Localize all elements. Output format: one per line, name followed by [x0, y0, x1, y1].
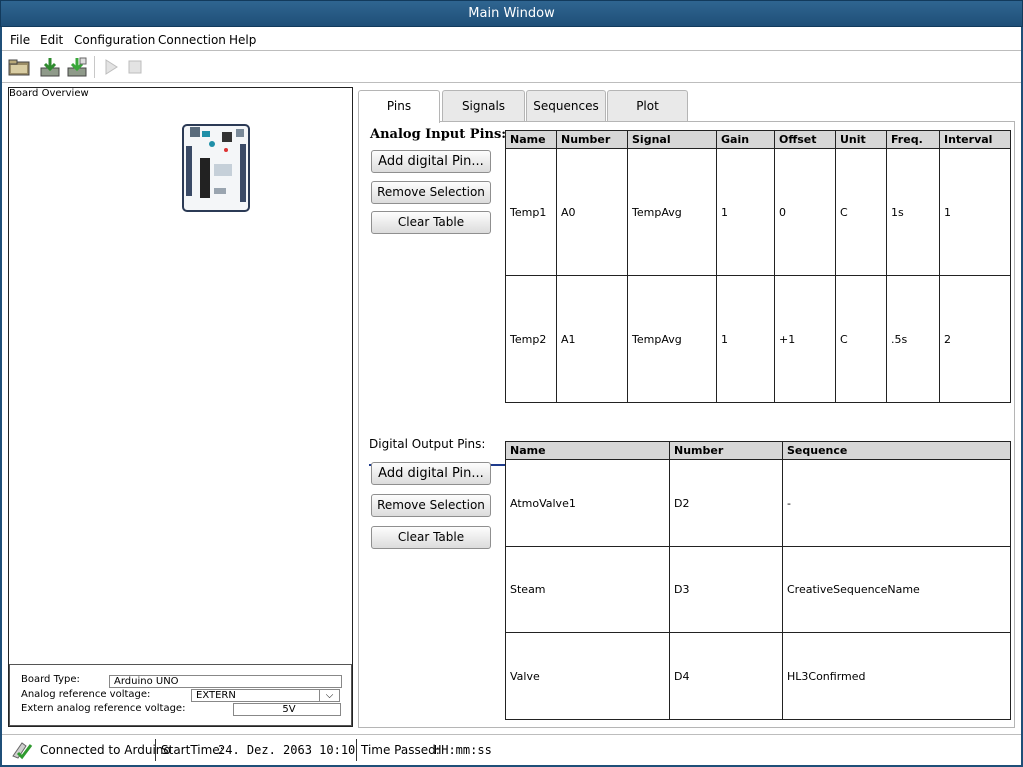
table-row[interactable]: Steam D3 CreativeSequenceName	[505, 546, 1011, 633]
play-icon[interactable]	[100, 56, 122, 78]
column-header[interactable]: Sequence	[782, 441, 1011, 460]
table-cell[interactable]: D2	[669, 459, 783, 547]
status-separator	[356, 739, 357, 761]
table-cell[interactable]: .5s	[886, 275, 940, 403]
table-cell[interactable]: TempAvg	[627, 275, 717, 403]
menu-configuration[interactable]: Configuration	[74, 33, 155, 47]
clear-digital-table-button[interactable]: Clear Table	[371, 526, 491, 549]
board-type-label: Board Type:	[21, 674, 80, 685]
table-cell[interactable]: C	[835, 148, 887, 276]
time-passed-label: Time Passed:	[361, 743, 440, 757]
column-header[interactable]: Freq.	[886, 130, 940, 149]
table-cell[interactable]: Temp1	[505, 148, 557, 276]
status-bar: Connected to Arduino StartTime: 24. Dez.…	[2, 734, 1021, 765]
table-cell[interactable]: -	[782, 459, 1011, 547]
remove-analog-selection-button[interactable]: Remove Selection	[371, 181, 491, 204]
menu-file[interactable]: File	[10, 33, 30, 47]
table-cell[interactable]: TempAvg	[627, 148, 717, 276]
tab-pins[interactable]: Pins	[358, 90, 440, 123]
board-overview-panel: Board Overview Board Type: Arduino UNO A…	[8, 87, 353, 727]
digital-output-label: Digital Output Pins:	[369, 437, 486, 451]
column-header[interactable]: Unit	[835, 130, 887, 149]
remove-digital-selection-button[interactable]: Remove Selection	[371, 494, 491, 517]
table-cell[interactable]: HL3Confirmed	[782, 632, 1011, 720]
column-header[interactable]: Gain	[716, 130, 775, 149]
pins-tab-content: Analog Input Pins: Add digital Pin... Re…	[358, 121, 1015, 728]
board-overview-title: Board Overview	[9, 88, 89, 99]
clear-analog-table-button[interactable]: Clear Table	[371, 211, 491, 234]
table-cell[interactable]: A1	[556, 275, 628, 403]
start-time-value: 24. Dez. 2063 10:10	[218, 743, 356, 757]
table-row[interactable]: Valve D4 HL3Confirmed	[505, 632, 1011, 720]
stop-icon[interactable]	[124, 56, 146, 78]
download-icon[interactable]	[39, 56, 61, 78]
table-row[interactable]: AtmoValve1 D2 -	[505, 459, 1011, 547]
window-titlebar: Main Window	[0, 0, 1023, 27]
toolbar-separator	[94, 56, 95, 78]
menu-connection[interactable]: Connection	[158, 33, 226, 47]
table-cell[interactable]: +1	[774, 275, 836, 403]
arduino-board-image	[182, 124, 250, 212]
pins-panel: Pins Signals Sequences Plot Analog Input…	[358, 88, 1015, 728]
analog-ref-label: Analog reference voltage:	[21, 689, 151, 700]
tab-sequences[interactable]: Sequences	[526, 90, 606, 121]
tab-signals[interactable]: Signals	[442, 90, 525, 121]
start-time-label: StartTime:	[161, 743, 224, 757]
digital-table-header: Name Number Sequence	[505, 441, 1011, 460]
table-cell[interactable]: 1	[716, 275, 775, 403]
analog-pins-table: Name Number Signal Gain Offset Unit Freq…	[505, 130, 1011, 403]
table-cell[interactable]: 1	[939, 148, 1011, 276]
add-digital-pin-button[interactable]: Add digital Pin...	[371, 462, 491, 485]
extern-ref-field[interactable]: 5V	[233, 703, 341, 716]
table-cell[interactable]: 1s	[886, 148, 940, 276]
analog-input-label: Analog Input Pins:	[370, 127, 507, 142]
table-cell[interactable]: A0	[556, 148, 628, 276]
analog-table-header: Name Number Signal Gain Offset Unit Freq…	[505, 130, 1011, 149]
board-type-field[interactable]: Arduino UNO	[109, 675, 342, 688]
add-analog-pin-button[interactable]: Add digital Pin...	[371, 150, 491, 173]
table-cell[interactable]: 1	[716, 148, 775, 276]
time-passed-value: HH:mm:ss	[434, 743, 492, 757]
menu-edit[interactable]: Edit	[40, 33, 63, 47]
analog-ref-value: EXTERN	[196, 690, 236, 701]
table-row[interactable]: Temp1 A0 TempAvg 1 0 C 1s 1	[505, 148, 1011, 276]
menu-help[interactable]: Help	[229, 33, 256, 47]
column-header[interactable]: Offset	[774, 130, 836, 149]
table-cell[interactable]: Steam	[505, 546, 670, 633]
table-cell[interactable]: CreativeSequenceName	[782, 546, 1011, 633]
download-alt-icon[interactable]	[66, 56, 88, 78]
status-separator	[155, 739, 156, 761]
table-cell[interactable]: C	[835, 275, 887, 403]
table-cell[interactable]: AtmoValve1	[505, 459, 670, 547]
analog-ref-select[interactable]: EXTERN ⌵	[191, 689, 340, 702]
column-header[interactable]: Number	[556, 130, 628, 149]
board-properties: Board Type: Arduino UNO Analog reference…	[9, 664, 352, 726]
toolbar	[2, 52, 1021, 83]
column-header[interactable]: Interval	[939, 130, 1011, 149]
connection-status: Connected to Arduino	[40, 743, 171, 757]
column-header[interactable]: Name	[505, 130, 557, 149]
table-cell[interactable]: Valve	[505, 632, 670, 720]
column-header[interactable]: Signal	[627, 130, 717, 149]
digital-pins-table: Name Number Sequence AtmoValve1 D2 - Ste…	[505, 441, 1011, 720]
menu-bar: File Edit Configuration Connection Help	[2, 29, 1021, 51]
table-cell[interactable]: 2	[939, 275, 1011, 403]
window-title: Main Window	[468, 6, 555, 21]
chevron-down-icon[interactable]: ⌵	[319, 689, 339, 702]
table-cell[interactable]: Temp2	[505, 275, 557, 403]
column-header[interactable]: Name	[505, 441, 670, 460]
connected-checkmark-icon	[10, 739, 34, 761]
open-folder-icon[interactable]	[8, 56, 30, 78]
tab-plot[interactable]: Plot	[607, 90, 688, 121]
table-cell[interactable]: 0	[774, 148, 836, 276]
extern-ref-label: Extern analog reference voltage:	[21, 703, 186, 714]
column-header[interactable]: Number	[669, 441, 783, 460]
table-cell[interactable]: D3	[669, 546, 783, 633]
table-cell[interactable]: D4	[669, 632, 783, 720]
table-row[interactable]: Temp2 A1 TempAvg 1 +1 C .5s 2	[505, 275, 1011, 403]
